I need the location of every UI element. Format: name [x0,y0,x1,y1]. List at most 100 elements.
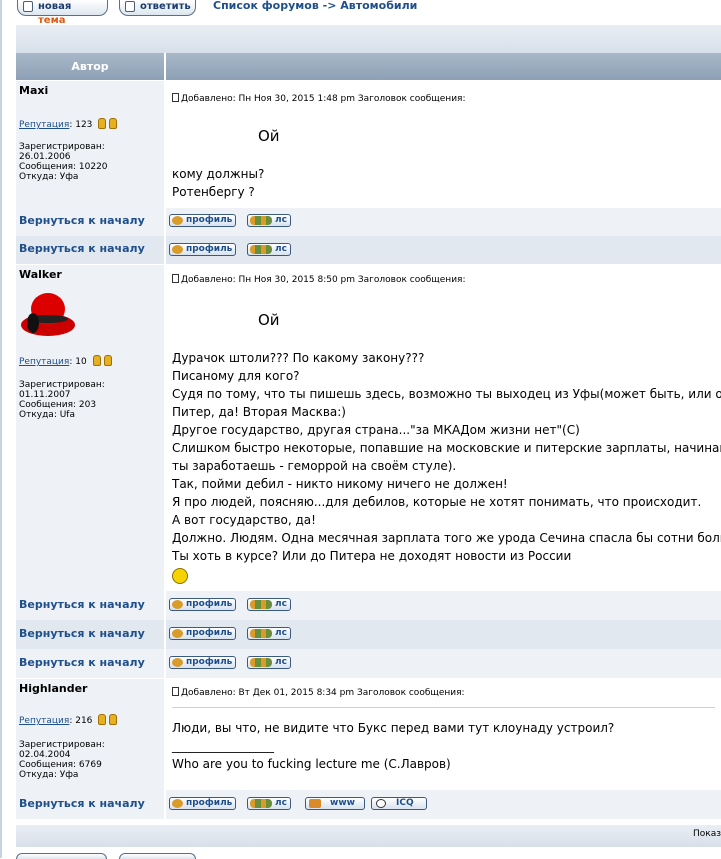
top-band [16,25,721,53]
pm-button[interactable]: лс [247,214,291,227]
post-author-name: Walker [19,268,62,281]
post-walker: Walker Репутация: 10 Зарегистрирован: 01… [16,265,721,591]
post-body-cell: Добавлено: Пн Ноя 30, 2015 1:48 pm Загол… [166,81,721,208]
message-count: Сообщения: 10220 [19,162,108,172]
grin-smiley-icon [172,568,188,584]
reply-button[interactable]: ответить [119,0,196,16]
breadcrumb: Список форумов -> Автомобили [213,0,417,12]
post-icon[interactable] [172,687,179,696]
icq-flower-icon [376,799,386,808]
table-header: Автор [16,53,721,80]
post-title: Ой [258,127,280,145]
signature-separator: _________________ [172,739,274,753]
back-to-top-link[interactable]: Вернуться к началу [19,242,145,255]
pm-button[interactable]: лс [247,598,291,611]
thumb-up-icon[interactable] [98,118,107,129]
post-actions-row: Вернуться к началу профиль лс [16,620,721,649]
author-location: Откуда: Уфа [19,172,79,182]
pm-button[interactable]: лс [247,243,291,256]
reputation-link[interactable]: Репутация [19,357,69,367]
home-icon [309,799,321,808]
profile-button[interactable]: профиль [169,627,237,640]
profile-button[interactable]: профиль [169,214,237,227]
pm-button[interactable]: лс [247,627,291,640]
registered-date: 01.11.2007 [19,390,71,400]
post-header: Добавлено: Вт Дек 01, 2015 8:34 pm Загол… [172,687,465,698]
breadcrumb-separator: -> [322,0,337,12]
post-actions-row: Вернуться к началу профиль лс [16,591,721,620]
pm-icon [250,600,272,609]
author-meta: Зарегистрирован: 02.04.2004 Сообщения: 6… [19,740,105,780]
breadcrumb-forums-link[interactable]: Список форумов [213,0,319,12]
post-actions-row: Вернуться к началу профиль лс www ICQ [16,790,721,819]
reputation-value: 10 [75,357,87,367]
post-icon[interactable] [172,274,179,283]
author-meta: Зарегистрирован: 26.01.2006 Сообщения: 1… [19,142,108,182]
thumb-down-icon[interactable] [109,118,118,129]
author-column-header: Автор [16,53,164,80]
reply-button-bottom[interactable] [119,853,196,859]
thumb-down-icon[interactable] [109,714,118,725]
registered-date: 26.01.2006 [19,152,71,162]
www-button[interactable]: www [305,797,365,810]
profile-button[interactable]: профиль [169,243,237,256]
message-count: Сообщения: 6769 [19,760,102,770]
author-location: Откуда: Уфа [19,770,79,780]
thumb-down-icon[interactable] [103,355,112,366]
profile-icon [172,629,183,638]
post-text: кому должны? Ротенбергу ? [172,167,265,199]
pm-icon [250,245,272,254]
back-to-top-link[interactable]: Вернуться к началу [19,598,145,611]
profile-button[interactable]: профиль [169,598,237,611]
top-toolbar: новая тема ответить Список форумов -> Ав… [0,0,721,26]
back-to-top-link[interactable]: Вернуться к началу [19,214,145,227]
pm-button[interactable]: лс [247,656,291,669]
back-to-top-link[interactable]: Вернуться к началу [19,797,145,810]
breadcrumb-section-link[interactable]: Автомобили [340,0,417,12]
post-header: Добавлено: Пн Ноя 30, 2015 1:48 pm Загол… [172,93,465,104]
post-actions-row: Вернуться к началу профиль лс [16,236,721,264]
avatar [21,293,75,336]
pm-icon [250,629,272,638]
post-actions-row: Вернуться к началу профиль лс [16,208,721,236]
message-column-header [166,53,721,80]
post-author-cell: Maxi Репутация: 123 Зарегистрирован: 26.… [16,81,164,208]
reputation: Репутация: 216 [19,714,118,726]
pm-icon [250,799,272,808]
author-location: Откуда: Ufa [19,410,75,420]
thumb-up-icon[interactable] [92,355,101,366]
post-text: Дурачок штоли??? По какому закону??? Пис… [172,351,721,563]
icq-button[interactable]: ICQ [371,797,427,810]
reputation-link[interactable]: Репутация [19,120,69,130]
new-topic-button-bottom[interactable] [16,853,107,859]
new-topic-button[interactable]: новая тема [17,0,108,26]
pm-icon [250,658,272,667]
post-maxi: Maxi Репутация: 123 Зарегистрирован: 26.… [16,81,721,208]
registered-date: 02.04.2004 [19,750,71,760]
post-author-cell: Walker Репутация: 10 Зарегистрирован: 01… [16,265,164,591]
back-to-top-link[interactable]: Вернуться к началу [19,627,145,640]
reputation-value: 123 [75,120,93,130]
thumb-up-icon[interactable] [98,714,107,725]
post-title: Ой [258,311,280,329]
post-text: Люди, вы что, не видите что Букс перед в… [172,721,615,771]
message-count: Сообщения: 203 [19,400,97,410]
profile-button[interactable]: профиль [169,656,237,669]
profile-button[interactable]: профиль [169,797,237,810]
post-header-divider [172,707,715,708]
profile-icon [172,600,183,609]
reputation-link[interactable]: Репутация [19,716,69,726]
post-author-name: Maxi [19,84,49,97]
post-body-cell: Добавлено: Пн Ноя 30, 2015 8:50 pm Загол… [166,265,721,591]
pm-icon [250,216,272,225]
post-author-name: Highlander [19,682,88,695]
pm-button[interactable]: лс [247,797,291,810]
reputation: Репутация: 10 [19,355,112,367]
back-to-top-link[interactable]: Вернуться к началу [19,656,145,669]
profile-icon [172,799,183,808]
left-border [0,0,2,858]
author-meta: Зарегистрирован: 01.11.2007 Сообщения: 2… [19,380,105,420]
post-icon[interactable] [172,93,179,102]
post-highlander: Highlander Репутация: 216 Зарегистрирова… [16,679,721,790]
footer-bar: Показ [16,825,721,847]
